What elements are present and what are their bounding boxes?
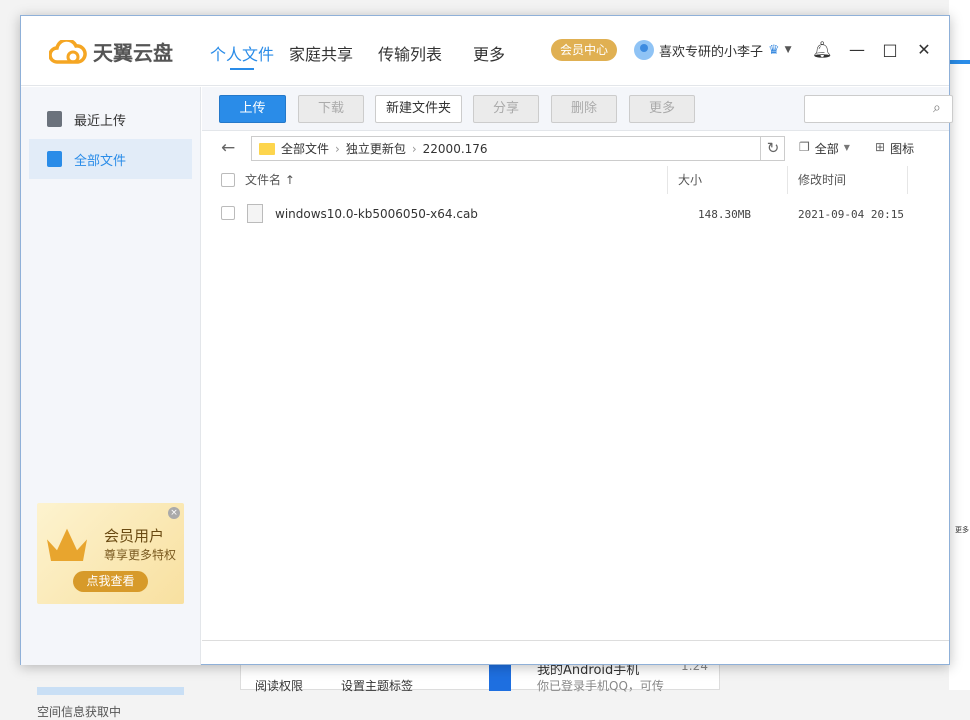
- select-all-checkbox[interactable]: [221, 173, 235, 187]
- tab-more[interactable]: 更多: [473, 41, 505, 65]
- vip-ad-banner[interactable]: 会员用户 尊享更多特权 点我查看 ×: [37, 503, 184, 604]
- column-divider[interactable]: [787, 166, 788, 194]
- sidebar-item-all-files[interactable]: 全部文件: [29, 139, 192, 179]
- back-arrow-icon[interactable]: ←: [221, 138, 235, 158]
- file-modified: 2021-09-04 20:15: [798, 208, 904, 221]
- bg-set-tags: 设置主题标签: [341, 679, 414, 693]
- close-button[interactable]: ✕: [914, 40, 934, 59]
- sidebar-item-label: 全部文件: [74, 153, 127, 169]
- tab-transfer-list[interactable]: 传输列表: [378, 41, 442, 65]
- ad-title: 会员用户: [104, 527, 165, 545]
- avatar: [634, 40, 654, 60]
- view-mode-label: 图标: [890, 142, 915, 156]
- crown-icon: [47, 528, 87, 561]
- search-icon[interactable]: ⌕: [933, 100, 941, 116]
- breadcrumb-item[interactable]: 全部文件: [281, 140, 329, 157]
- sidebar-item-label: 最近上传: [74, 113, 127, 129]
- app-title: 天翼云盘: [93, 41, 173, 65]
- bg-read-permission: 阅读权限: [255, 679, 304, 693]
- toolbar: 上传 下载 新建文件夹 分享 删除 更多 ⌕: [202, 87, 953, 131]
- chevron-down-icon: ▼: [843, 143, 850, 152]
- file-icon: [247, 204, 263, 223]
- filter-dropdown[interactable]: ❐ 全部 ▼: [799, 140, 850, 157]
- background-app: 阅读权限 设置主题标签 我的Android手机 1:24 你已登录手机QQ，可传: [240, 659, 720, 693]
- ad-subtitle: 尊享更多特权: [104, 548, 177, 562]
- username: 喜欢专研的小李子: [659, 44, 764, 60]
- tab-family-share[interactable]: 家庭共享: [289, 41, 353, 65]
- file-name[interactable]: windows10.0-kb5006050-x64.cab: [275, 207, 478, 221]
- column-divider[interactable]: [667, 166, 668, 194]
- bg-more: 更多: [955, 526, 969, 534]
- clock-icon: [47, 111, 62, 127]
- vip-center-button[interactable]: 会员中心: [551, 39, 617, 61]
- new-folder-button[interactable]: 新建文件夹: [375, 95, 462, 123]
- tab-personal-files[interactable]: 个人文件: [210, 41, 274, 65]
- breadcrumb: 全部文件 › 独立更新包 › 22000.176: [251, 136, 785, 161]
- bg-chat-msg: 你已登录手机QQ，可传: [537, 679, 664, 693]
- bell-icon[interactable]: 🔔︎: [812, 40, 832, 59]
- app-window: 天翼云盘 个人文件 家庭共享 传输列表 更多 会员中心 喜欢专研的小李子 ♛ ▼…: [20, 15, 953, 719]
- space-status: 空间信息获取中: [37, 705, 122, 719]
- delete-button[interactable]: 删除: [551, 95, 617, 123]
- chevron-down-icon: ▼: [784, 45, 792, 55]
- logo: 天翼云盘: [49, 37, 173, 66]
- sidebar: 最近上传 全部文件 会员用户 尊享更多特权 点我查看 × 空间信息获取中: [21, 87, 201, 719]
- breadcrumb-item[interactable]: 22000.176: [423, 142, 488, 156]
- filter-label: 全部: [814, 142, 839, 156]
- share-button[interactable]: 分享: [473, 95, 539, 123]
- minimize-button[interactable]: —: [847, 40, 867, 59]
- more-button[interactable]: 更多: [629, 95, 695, 123]
- user-menu[interactable]: 喜欢专研的小李子 ♛ ▼: [634, 40, 792, 60]
- column-divider[interactable]: [907, 166, 908, 194]
- row-checkbox[interactable]: [221, 206, 235, 220]
- status-bar-divider: [202, 640, 949, 641]
- header: 天翼云盘 个人文件 家庭共享 传输列表 更多 会员中心 喜欢专研的小李子 ♛ ▼…: [21, 16, 949, 86]
- column-header-modified[interactable]: 修改时间: [798, 166, 846, 194]
- sidebar-item-recent-uploads[interactable]: 最近上传: [29, 99, 192, 139]
- active-tab-indicator: [230, 68, 254, 70]
- crown-badge-icon: ♛: [768, 42, 780, 58]
- file-size: 148.30MB: [698, 208, 751, 221]
- cloud-logo-icon: [49, 39, 87, 64]
- download-button[interactable]: 下载: [298, 95, 364, 123]
- ad-view-button[interactable]: 点我查看: [73, 571, 148, 592]
- maximize-button[interactable]: □: [880, 40, 900, 59]
- search-input[interactable]: [804, 95, 953, 123]
- column-header-size[interactable]: 大小: [678, 166, 702, 194]
- table-row[interactable]: windows10.0-kb5006050-x64.cab 148.30MB 2…: [202, 199, 949, 229]
- breadcrumb-item[interactable]: 独立更新包: [346, 140, 406, 157]
- column-header-name[interactable]: 文件名 ↑: [245, 166, 295, 194]
- upload-button[interactable]: 上传: [219, 95, 286, 123]
- copy-icon: ❐: [799, 140, 810, 154]
- storage-progress-bar: [37, 687, 184, 695]
- grid-icon: ⊞: [875, 140, 886, 154]
- folder-icon: [259, 142, 275, 155]
- view-mode-toggle[interactable]: ⊞ 图标: [875, 140, 914, 157]
- refresh-icon[interactable]: ↻: [760, 136, 785, 161]
- close-icon[interactable]: ×: [168, 507, 180, 519]
- file-icon: [47, 151, 62, 167]
